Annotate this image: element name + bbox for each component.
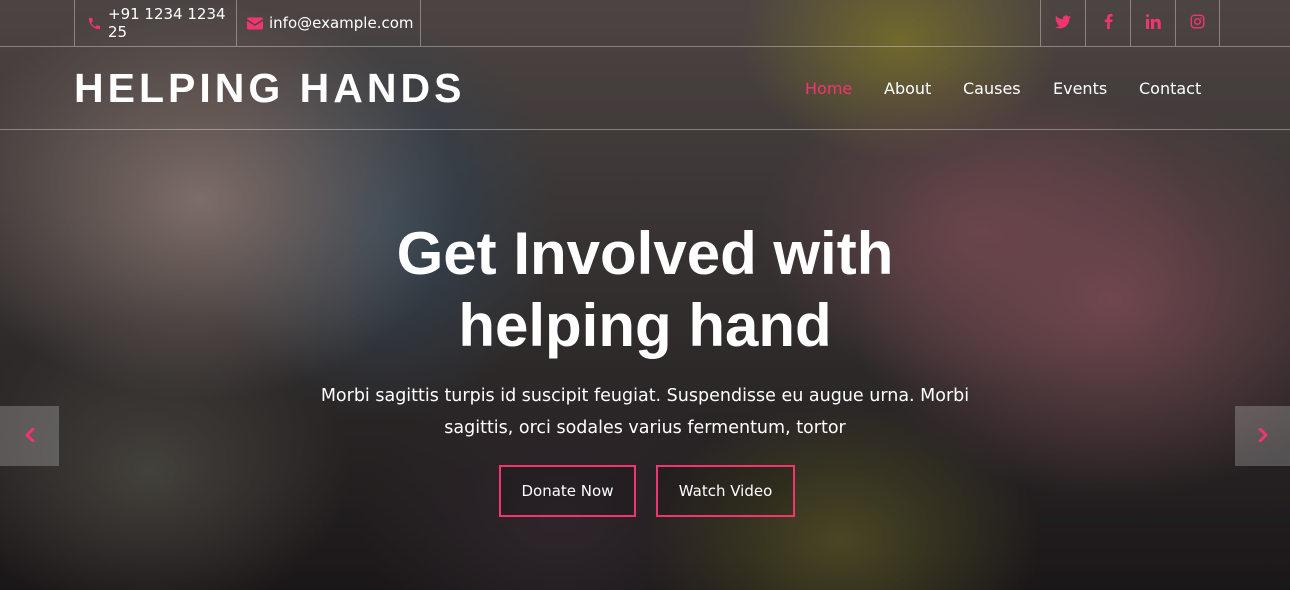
nav-causes[interactable]: Causes — [963, 79, 1021, 98]
nav-about[interactable]: About — [884, 79, 931, 98]
instagram-icon — [1190, 14, 1205, 33]
linkedin-link[interactable] — [1130, 0, 1175, 46]
watch-video-button[interactable]: Watch Video — [656, 465, 795, 517]
main-navbar: HELPING HANDS Home About Causes Events C… — [0, 47, 1290, 130]
twitter-icon — [1055, 14, 1071, 33]
phone-number: +91 1234 1234 25 — [108, 5, 226, 41]
slider-next-button[interactable] — [1235, 406, 1290, 466]
linkedin-icon — [1145, 13, 1161, 33]
hero-title-line-2: helping hand — [458, 292, 832, 359]
email-contact[interactable]: info@example.com — [236, 0, 421, 46]
facebook-icon — [1104, 13, 1113, 33]
email-address: info@example.com — [269, 14, 414, 32]
hero-title: Get Involved with helping hand — [345, 218, 945, 362]
phone-icon — [87, 16, 102, 31]
donate-now-button[interactable]: Donate Now — [499, 465, 636, 517]
top-contact-bar: +91 1234 1234 25 info@example.com — [0, 0, 1290, 47]
twitter-link[interactable] — [1040, 0, 1085, 46]
hero-description: Morbi sagittis turpis id suscipit feugia… — [295, 380, 995, 444]
envelope-icon — [247, 17, 263, 30]
chevron-right-icon — [1258, 427, 1268, 446]
facebook-link[interactable] — [1085, 0, 1130, 46]
nav-contact[interactable]: Contact — [1139, 79, 1201, 98]
hero-title-line-1: Get Involved with — [396, 220, 894, 287]
phone-contact[interactable]: +91 1234 1234 25 — [74, 0, 236, 46]
nav-events[interactable]: Events — [1053, 79, 1107, 98]
slider-prev-button[interactable] — [0, 406, 59, 466]
site-logo[interactable]: HELPING HANDS — [74, 65, 465, 112]
hero-description-line-1: Morbi sagittis turpis id suscipit feugia… — [320, 386, 970, 406]
nav-home[interactable]: Home — [805, 79, 852, 98]
chevron-left-icon — [25, 427, 35, 446]
hero-description-line-2: sagittis, orci sodales varius fermentum,… — [444, 418, 846, 438]
instagram-link[interactable] — [1175, 0, 1220, 46]
